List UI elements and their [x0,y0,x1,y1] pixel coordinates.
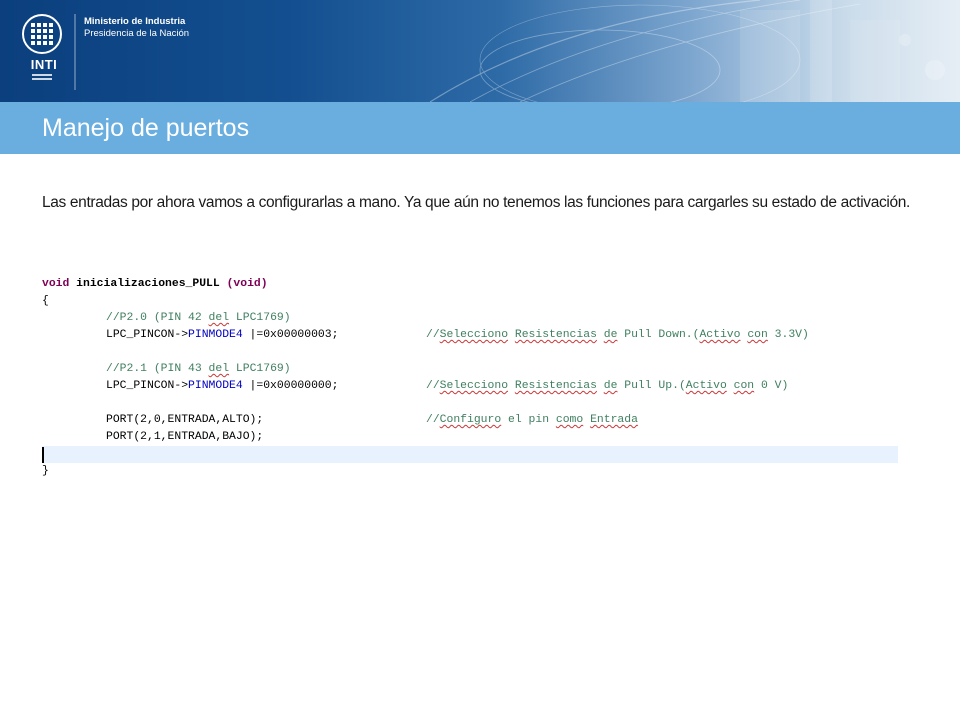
code-comment: //Selecciono Resistencias de Pull Up.(Ac… [426,380,789,392]
code-line-pinmode-1: LPC_PINCON->PINMODE4 |=0x00000003; //Sele… [42,327,898,344]
code-line-port-1: PORT(2,0,ENTRADA,ALTO); //Configuro el pi… [42,412,898,429]
code-line-brace-close: } [42,463,898,480]
code-line-pinmode-2: LPC_PINCON->PINMODE4 |=0x00000000; //Sele… [42,378,898,395]
slide-paragraph: Las entradas por ahora vamos a configura… [42,194,910,211]
code-statement: PORT(2,1,ENTRADA,BAJO); [106,431,264,443]
code-line-comment-p20: //P2.0 (PIN 42 del LPC1769) [42,310,898,327]
code-function-name: inicializaciones_PULL [69,278,227,290]
ministry-name: Ministerio de Industria [84,16,186,27]
code-comment: //P2.1 (PIN 43 del LPC1769) [106,363,291,375]
ministry-label: Ministerio de Industria Presidencia de l… [84,16,189,40]
code-block: void inicializaciones_PULL (void) { //P2… [42,276,898,480]
code-line-declaration: void inicializaciones_PULL (void) [42,276,898,293]
code-comment: //Configuro el pin como Entrada [426,414,638,426]
code-keyword: void [42,278,70,290]
inti-logo [22,14,62,80]
logo-text: INTI [30,57,58,72]
code-line-comment-p21: //P2.1 (PIN 43 del LPC1769) [42,361,898,378]
code-statement: LPC_PINCON->PINMODE4 |=0x00000000; [106,380,339,392]
code-line-brace-open: { [42,293,898,310]
slide-title: Manejo de puertos [42,114,250,142]
code-statement: PORT(2,0,ENTRADA,ALTO); [106,414,264,426]
code-brace: { [42,295,49,307]
code-line-current[interactable] [42,446,898,463]
code-statement: LPC_PINCON->PINMODE4 |=0x00000003; [106,329,339,341]
code-keyword: (void) [226,278,268,290]
code-comment: //P2.0 (PIN 42 del LPC1769) [106,312,291,324]
header-banner: INTI Ministerio de Industria Presidencia… [0,0,960,102]
presidency-name: Presidencia de la Nación [84,28,190,39]
code-brace: } [42,465,49,477]
text-cursor [42,447,44,463]
code-comment: //Selecciono Resistencias de Pull Down.(… [426,329,809,341]
code-line-port-2: PORT(2,1,ENTRADA,BAJO); [42,429,898,446]
